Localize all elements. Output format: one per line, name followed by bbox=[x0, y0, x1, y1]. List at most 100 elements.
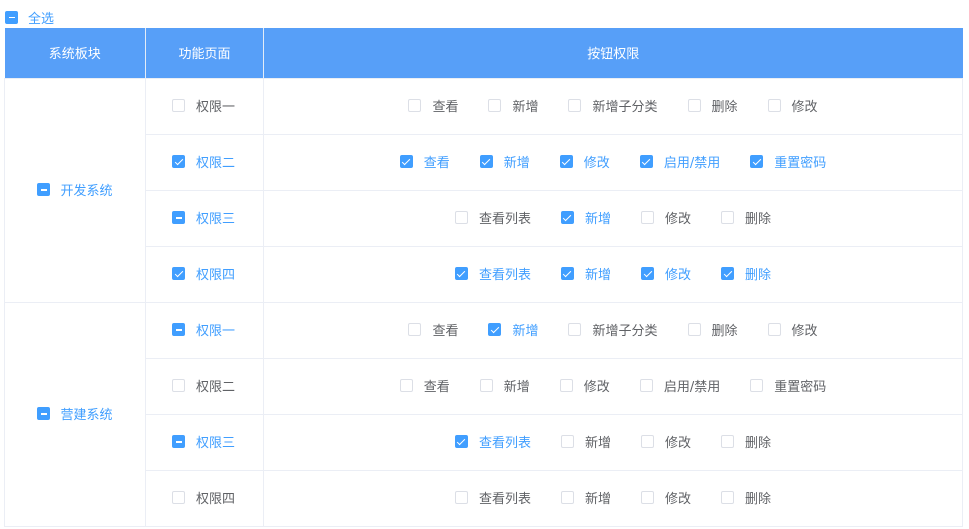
button-permission-checkbox[interactable] bbox=[750, 379, 764, 392]
button-permission-checkbox[interactable] bbox=[454, 491, 468, 504]
button-permission-checkbox[interactable] bbox=[639, 379, 653, 392]
button-permission-item[interactable]: 修改 bbox=[559, 152, 610, 171]
button-permission-checkbox[interactable] bbox=[408, 99, 422, 112]
button-permission-checkbox[interactable] bbox=[408, 323, 422, 336]
button-permission-item[interactable]: 查看列表 bbox=[454, 264, 531, 283]
button-permission-item[interactable]: 新增 bbox=[488, 320, 538, 339]
button-permission-item[interactable]: 重置密码 bbox=[750, 376, 826, 395]
button-permission-item[interactable]: 修改 bbox=[559, 376, 610, 395]
button-permission-item[interactable]: 修改 bbox=[641, 488, 691, 507]
select-all[interactable]: 全选 bbox=[5, 8, 54, 27]
button-permission-item[interactable]: 查看 bbox=[408, 96, 458, 115]
page-checkbox-item[interactable]: 权限二 bbox=[172, 152, 235, 171]
button-permission-item[interactable]: 新增 bbox=[479, 152, 530, 171]
page-label: 权限三 bbox=[196, 212, 236, 227]
button-permission-item[interactable]: 新增子分类 bbox=[568, 320, 658, 339]
button-permission-checkbox[interactable] bbox=[641, 435, 654, 448]
button-permission-checkbox[interactable] bbox=[560, 491, 574, 504]
button-permission-label: 删除 bbox=[745, 212, 772, 227]
button-permission-checkbox[interactable] bbox=[767, 323, 781, 336]
page-checkbox-item[interactable]: 权限三 bbox=[172, 432, 235, 451]
button-permission-checkbox[interactable] bbox=[560, 435, 574, 448]
system-checkbox-item[interactable]: 营建系统 bbox=[37, 404, 113, 423]
button-permission-checkbox[interactable] bbox=[488, 323, 502, 336]
button-permission-item[interactable]: 查看 bbox=[399, 376, 450, 395]
button-permission-item[interactable]: 删除 bbox=[721, 432, 771, 451]
button-permission-checkbox[interactable] bbox=[479, 155, 493, 168]
button-permission-item[interactable]: 新增 bbox=[560, 488, 611, 507]
button-permission-label: 新增 bbox=[503, 156, 530, 171]
button-permission-checkbox[interactable] bbox=[641, 267, 654, 280]
page-checkbox-item[interactable]: 权限一 bbox=[172, 96, 235, 115]
button-permission-item[interactable]: 查看 bbox=[408, 320, 458, 339]
page-checkbox[interactable] bbox=[172, 211, 185, 224]
button-permission-checkbox[interactable] bbox=[721, 211, 735, 224]
button-permission-item[interactable]: 删除 bbox=[687, 320, 738, 339]
page-checkbox[interactable] bbox=[172, 155, 185, 168]
button-permission-item[interactable]: 删除 bbox=[721, 264, 771, 283]
button-permission-checkbox[interactable] bbox=[687, 99, 701, 112]
button-permission-item[interactable]: 查看列表 bbox=[454, 488, 531, 507]
button-permission-checkbox[interactable] bbox=[399, 155, 413, 168]
select-all-checkbox[interactable] bbox=[5, 10, 18, 24]
button-permission-item[interactable]: 修改 bbox=[641, 432, 691, 451]
button-permission-checkbox[interactable] bbox=[488, 99, 502, 112]
button-permission-label: 查看 bbox=[423, 380, 450, 395]
button-permission-item[interactable]: 删除 bbox=[721, 488, 771, 507]
button-permission-checkbox[interactable] bbox=[767, 99, 781, 112]
button-permission-checkbox[interactable] bbox=[568, 323, 582, 336]
button-permission-checkbox[interactable] bbox=[559, 379, 573, 392]
page-checkbox-item[interactable]: 权限四 bbox=[172, 488, 235, 507]
button-permission-item[interactable]: 新增 bbox=[560, 432, 611, 451]
page-checkbox[interactable] bbox=[172, 379, 185, 392]
button-permission-checkbox[interactable] bbox=[568, 99, 582, 112]
button-permission-checkbox[interactable] bbox=[399, 379, 413, 392]
button-permission-item[interactable]: 新增 bbox=[560, 208, 611, 227]
button-permission-label: 删除 bbox=[711, 324, 738, 339]
button-permission-checkbox[interactable] bbox=[641, 211, 654, 224]
button-permission-item[interactable]: 修改 bbox=[641, 264, 691, 283]
button-permission-checkbox[interactable] bbox=[721, 435, 735, 448]
page-checkbox-item[interactable]: 权限二 bbox=[172, 376, 235, 395]
page-checkbox[interactable] bbox=[172, 323, 185, 336]
button-permission-item[interactable]: 删除 bbox=[687, 96, 738, 115]
button-permission-checkbox[interactable] bbox=[721, 491, 735, 504]
button-permission-checkbox[interactable] bbox=[639, 155, 653, 168]
button-permission-checkbox[interactable] bbox=[454, 267, 468, 280]
page-checkbox-item[interactable]: 权限一 bbox=[172, 320, 235, 339]
page-checkbox[interactable] bbox=[172, 491, 185, 504]
button-permission-checkbox[interactable] bbox=[479, 379, 493, 392]
button-permission-item[interactable]: 查看列表 bbox=[454, 432, 531, 451]
page-checkbox[interactable] bbox=[172, 99, 185, 112]
button-permission-item[interactable]: 重置密码 bbox=[750, 152, 826, 171]
button-permission-item[interactable]: 修改 bbox=[767, 320, 818, 339]
button-permission-item[interactable]: 新增 bbox=[488, 96, 538, 115]
button-permission-checkbox[interactable] bbox=[721, 267, 735, 280]
button-permissions-cell: 查看列表 新增 修改 删除 bbox=[263, 413, 963, 471]
page-checkbox[interactable] bbox=[172, 435, 185, 448]
button-permission-checkbox[interactable] bbox=[687, 323, 701, 336]
page-checkbox[interactable] bbox=[172, 267, 185, 280]
button-permission-checkbox[interactable] bbox=[641, 491, 654, 504]
button-permission-checkbox[interactable] bbox=[454, 435, 468, 448]
system-checkbox[interactable] bbox=[37, 183, 51, 196]
button-permission-item[interactable]: 启用/禁用 bbox=[639, 376, 720, 395]
button-permission-item[interactable]: 新增 bbox=[560, 264, 611, 283]
button-permission-checkbox[interactable] bbox=[750, 155, 764, 168]
button-permission-item[interactable]: 查看列表 bbox=[454, 208, 531, 227]
button-permission-item[interactable]: 查看 bbox=[399, 152, 450, 171]
system-checkbox-item[interactable]: 开发系统 bbox=[37, 180, 113, 199]
button-permission-checkbox[interactable] bbox=[560, 267, 574, 280]
button-permission-item[interactable]: 删除 bbox=[721, 208, 771, 227]
button-permission-checkbox[interactable] bbox=[560, 211, 574, 224]
button-permission-item[interactable]: 新增子分类 bbox=[568, 96, 658, 115]
page-checkbox-item[interactable]: 权限四 bbox=[172, 264, 235, 283]
button-permission-item[interactable]: 修改 bbox=[767, 96, 818, 115]
button-permission-item[interactable]: 新增 bbox=[479, 376, 530, 395]
button-permission-checkbox[interactable] bbox=[559, 155, 573, 168]
button-permission-item[interactable]: 启用/禁用 bbox=[639, 152, 720, 171]
button-permission-item[interactable]: 修改 bbox=[641, 208, 691, 227]
system-checkbox[interactable] bbox=[37, 407, 51, 420]
button-permission-checkbox[interactable] bbox=[454, 211, 468, 224]
page-checkbox-item[interactable]: 权限三 bbox=[172, 208, 235, 227]
